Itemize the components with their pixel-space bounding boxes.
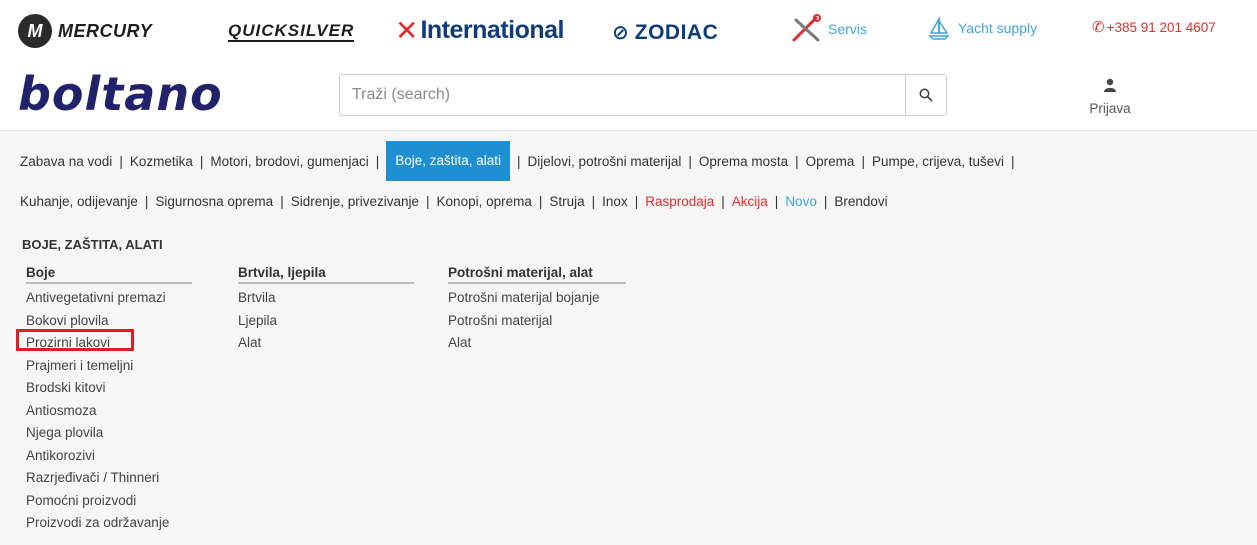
nav-item-zabava-na-vodi[interactable]: Zabava na vodi — [20, 154, 112, 169]
nav-separator: | — [861, 153, 865, 169]
submenu-link[interactable]: Ljepila — [238, 310, 414, 333]
nav-item-novo[interactable]: Novo — [785, 194, 817, 209]
nav-separator: | — [199, 153, 204, 169]
quicksilver-label: QUICKSILVER — [228, 21, 355, 42]
zodiac-slash-icon: ⊘ — [612, 22, 629, 44]
servis-label: Servis — [828, 21, 867, 37]
submenu-link[interactable]: Alat — [448, 332, 626, 355]
nav-separator: | — [426, 193, 430, 209]
brand-quicksilver[interactable]: QUICKSILVER — [228, 21, 355, 42]
submenu-link[interactable]: Antikorozivi — [26, 445, 192, 468]
nav-item-brendovi[interactable]: Brendovi — [834, 194, 887, 209]
yacht-supply-label: Yacht supply — [958, 20, 1038, 36]
nav-item-struja[interactable]: Struja — [549, 194, 584, 209]
submenu-link[interactable]: Potrošni materijal — [448, 310, 626, 333]
international-label: International — [420, 16, 564, 44]
nav-separator: | — [688, 153, 692, 169]
search-icon — [919, 88, 933, 102]
nav-item-boje-zastita-alati[interactable]: Boje, zaštita, alati — [386, 141, 511, 181]
nav-separator: | — [774, 193, 779, 209]
submenu-link[interactable]: Potrošni materijal bojanje — [448, 287, 626, 310]
login-link[interactable]: Prijava — [1080, 78, 1140, 116]
brand-zodiac[interactable]: ⊘ ZODIAC — [612, 20, 718, 45]
nav-row-2: Kuhanje, odijevanje | Sigurnosna oprema | … — [20, 181, 888, 221]
brand-international[interactable]: ✕ International — [395, 16, 564, 45]
search-input[interactable] — [340, 75, 905, 115]
nav-item-sigurnosna-oprema[interactable]: Sigurnosna oprema — [155, 194, 273, 209]
submenu-link[interactable]: Njega plovila — [26, 422, 192, 445]
nav-separator: | — [517, 153, 521, 169]
nav-row-1: Zabava na vodi | Kozmetika | Motori, brodo… — [20, 141, 1022, 181]
submenu-link[interactable]: Antiosmoza — [26, 400, 192, 423]
international-x-icon: ✕ — [395, 14, 419, 46]
nav-separator: | — [634, 193, 639, 209]
nav-item-sidrenje[interactable]: Sidrenje, privezivanje — [291, 194, 419, 209]
nav-item-kuhanje[interactable]: Kuhanje, odijevanje — [20, 194, 138, 209]
servis-link[interactable]: Servis — [790, 14, 867, 44]
mercury-label: MERCURY — [58, 20, 153, 41]
nav-item-dijelovi[interactable]: Dijelovi, potrošni materijal — [528, 154, 682, 169]
submenu-column-boje: Boje Antivegetativni premazi Bokovi plov… — [26, 265, 192, 535]
highlight-box — [16, 329, 134, 351]
submenu-link[interactable]: Proizvodi za održavanje — [26, 512, 192, 535]
submenu-link[interactable]: Razrjeđivači / Thinneri — [26, 467, 192, 490]
phone-number: +385 91 201 4607 — [1106, 19, 1216, 35]
yacht-supply-icon — [928, 16, 950, 40]
mercury-logo-icon: M — [18, 14, 52, 48]
search-button[interactable] — [905, 75, 946, 115]
phone-icon: ✆ — [1092, 19, 1105, 36]
nav-separator: | — [375, 153, 380, 169]
yacht-supply-link[interactable]: Yacht supply — [928, 16, 1037, 40]
nav-separator: | — [1011, 153, 1015, 169]
nav-separator: | — [280, 193, 284, 209]
nav-item-oprema-mosta[interactable]: Oprema mosta — [699, 154, 788, 169]
nav-separator: | — [721, 193, 725, 209]
nav-item-kozmetika[interactable]: Kozmetika — [130, 154, 193, 169]
submenu-link[interactable]: Brtvila — [238, 287, 414, 310]
submenu-link[interactable]: Antivegetativni premazi — [26, 287, 192, 310]
nav-item-rasprodaja[interactable]: Rasprodaja — [645, 194, 714, 209]
site-logo[interactable]: boltano — [18, 66, 223, 122]
phone-link[interactable]: ✆ +385 91 201 4607 — [1092, 18, 1216, 36]
nav-item-pumpe[interactable]: Pumpe, crijeva, tuševi — [872, 154, 1004, 169]
column-heading[interactable]: Potrošni materijal, alat — [448, 265, 626, 284]
submenu-link[interactable]: Brodski kitovi — [26, 377, 192, 400]
submenu-title: BOJE, ZAŠTITA, ALATI — [22, 237, 163, 252]
user-icon — [1104, 78, 1116, 92]
zodiac-label: ZODIAC — [634, 20, 719, 44]
column-heading[interactable]: Brtvila, ljepila — [238, 265, 414, 284]
mega-menu-panel: Zabava na vodi | Kozmetika | Motori, brodo… — [0, 130, 1257, 545]
nav-item-konopi[interactable]: Konopi, oprema — [437, 194, 532, 209]
login-label: Prijava — [1089, 101, 1131, 116]
servis-tools-icon — [792, 14, 821, 42]
nav-item-motori[interactable]: Motori, brodovi, gumenjaci — [210, 154, 368, 169]
nav-separator: | — [591, 193, 596, 209]
nav-item-akcija[interactable]: Akcija — [732, 194, 768, 209]
brand-mercury[interactable]: M MERCURY — [18, 14, 152, 48]
submenu-link[interactable]: Prajmeri i temeljni — [26, 355, 192, 378]
nav-separator: | — [823, 193, 828, 209]
submenu-column-potrosni: Potrošni materijal, alat Potrošni materi… — [448, 265, 626, 355]
column-heading[interactable]: Boje — [26, 265, 192, 284]
submenu-link[interactable]: Pomoćni proizvodi — [26, 490, 192, 513]
nav-item-oprema[interactable]: Oprema — [806, 154, 855, 169]
nav-separator: | — [144, 193, 149, 209]
nav-separator: | — [538, 193, 543, 209]
nav-separator: | — [795, 153, 799, 169]
nav-item-inox[interactable]: Inox — [602, 194, 628, 209]
search-bar — [339, 74, 947, 116]
nav-separator: | — [119, 153, 123, 169]
submenu-link[interactable]: Alat — [238, 332, 414, 355]
submenu-column-brtvila: Brtvila, ljepila Brtvila Ljepila Alat — [238, 265, 414, 355]
brand-bar: M MERCURY QUICKSILVER ✕ International ⊘ … — [0, 0, 1257, 62]
